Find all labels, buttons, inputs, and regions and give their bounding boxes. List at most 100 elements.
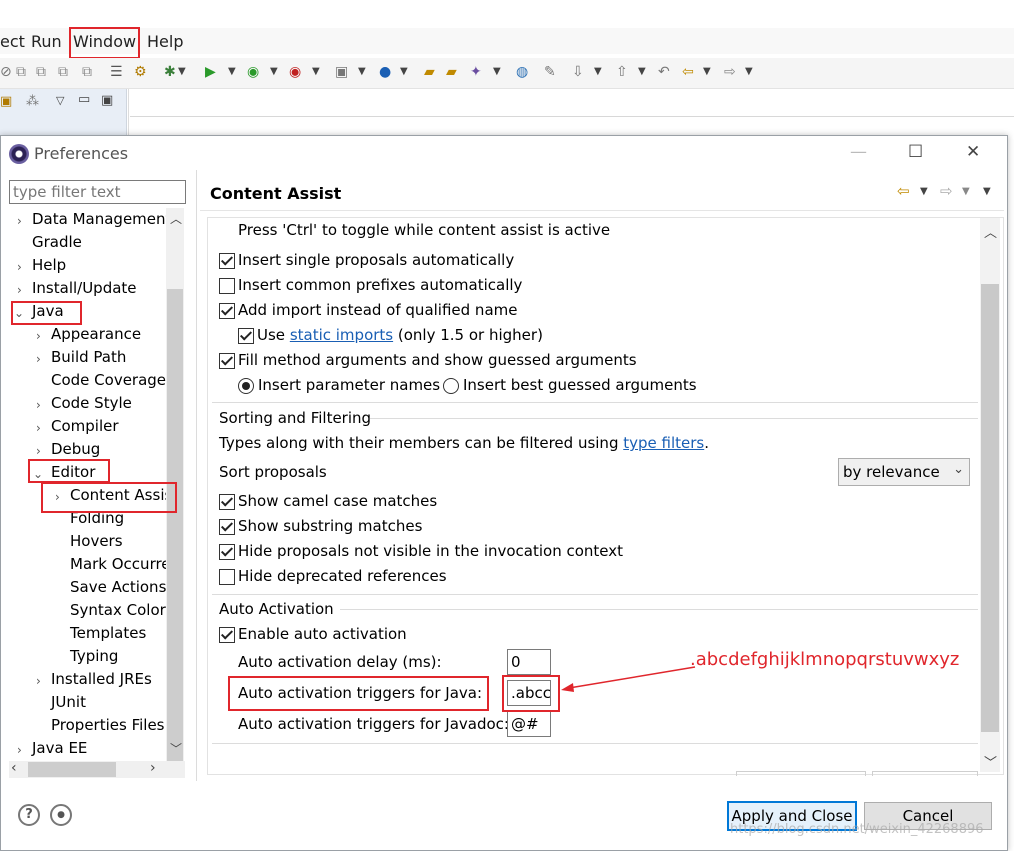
chevron-down-icon[interactable]: ▼	[228, 64, 236, 80]
tree-item-junit[interactable]: JUnit	[51, 693, 86, 711]
menu-run[interactable]: Run	[31, 32, 62, 51]
tree-item-save-actions[interactable]: Save Actions	[70, 578, 166, 596]
insert-prefixes-checkbox[interactable]	[219, 278, 235, 294]
tree-item-mark-occurrences[interactable]: Mark Occurre	[70, 555, 166, 573]
tree-item-build-path[interactable]: Build Path	[51, 348, 126, 366]
substring-checkbox[interactable]	[219, 519, 235, 535]
view-menu-icon[interactable]: ▼	[983, 186, 991, 197]
tree-item-gradle[interactable]: Gradle	[32, 233, 82, 251]
forward-icon[interactable]: ⇨	[724, 64, 736, 80]
chevron-down-icon[interactable]: ▼	[638, 64, 646, 80]
insert-param-names-radio[interactable]	[238, 378, 254, 394]
tree-item-java-ee[interactable]: Java EE	[32, 739, 87, 757]
add-import-label[interactable]: Add import instead of qualified name	[238, 301, 517, 319]
insert-param-names-label[interactable]: Insert parameter names	[258, 376, 440, 394]
toggle2-icon[interactable]: ⧉	[36, 64, 46, 80]
open-folder-icon[interactable]: ▰	[446, 64, 457, 80]
sort-proposals-select[interactable]: by relevance ⌄	[838, 458, 970, 486]
minimize-window-icon[interactable]: —	[850, 142, 867, 162]
tree-item-help[interactable]: Help	[32, 256, 66, 274]
chevron-right-icon[interactable]: ›	[36, 398, 41, 412]
chevron-right-icon[interactable]: ›	[36, 352, 41, 366]
tree-item-code-coverage[interactable]: Code Coverage	[51, 371, 166, 389]
content-scroll-thumb[interactable]	[981, 284, 999, 732]
hide-deprecated-label[interactable]: Hide deprecated references	[238, 567, 447, 585]
external-tools-icon[interactable]: ◉	[289, 64, 301, 80]
tree-item-compiler[interactable]: Compiler	[51, 417, 119, 435]
chevron-down-icon[interactable]: ▼	[270, 64, 278, 80]
chevron-right-icon[interactable]: ›	[36, 444, 41, 458]
filter-input[interactable]: type filter text	[9, 180, 186, 204]
tree-item-hovers[interactable]: Hovers	[70, 532, 123, 550]
type-filters-link[interactable]: type filters	[623, 434, 704, 452]
javadoc-triggers-input[interactable]: @#	[507, 711, 551, 737]
scroll-up-icon[interactable]: ︿	[984, 222, 997, 241]
toggle3-icon[interactable]: ⧉	[58, 64, 68, 80]
apply-button[interactable]	[872, 771, 978, 776]
tree-hscroll-thumb[interactable]	[28, 762, 116, 777]
skip-icon[interactable]: ⊘	[0, 64, 12, 80]
tree-item-install-update[interactable]: Install/Update	[32, 279, 137, 297]
prev-annotation-icon[interactable]: ⇧	[616, 64, 628, 80]
next-annotation-icon[interactable]: ⇩	[572, 64, 584, 80]
tree-item-data-management[interactable]: Data Management	[32, 210, 171, 228]
fill-method-args-checkbox[interactable]	[219, 353, 235, 369]
chevron-down-icon[interactable]: ▼	[178, 64, 186, 80]
chevron-down-icon[interactable]: ▼	[358, 64, 366, 80]
chevron-down-icon[interactable]: ▼	[493, 64, 501, 80]
refactor-icon[interactable]: ⚙	[134, 64, 147, 80]
use-static-imports-checkbox[interactable]	[238, 328, 254, 344]
back-icon[interactable]: ⇦	[682, 64, 694, 80]
pane-divider[interactable]	[196, 170, 197, 781]
tree-item-debug[interactable]: Debug	[51, 440, 100, 458]
globe-icon[interactable]: ◍	[516, 64, 528, 80]
class-icon[interactable]: ●	[379, 64, 391, 80]
back-icon[interactable]: ⇦	[897, 182, 910, 200]
insert-single-label[interactable]: Insert single proposals automatically	[238, 251, 514, 269]
menu-help[interactable]: Help	[147, 32, 183, 51]
chevron-down-icon[interactable]: ▼	[400, 64, 408, 80]
tree-scroll-thumb[interactable]	[167, 289, 183, 761]
debug-icon[interactable]: ✱	[164, 64, 176, 80]
chevron-right-icon[interactable]: ›	[17, 214, 22, 228]
chevron-down-icon[interactable]: ▼	[745, 64, 753, 80]
insert-best-guessed-radio[interactable]	[443, 378, 459, 394]
chevron-right-icon[interactable]: ›	[17, 260, 22, 274]
search-icon[interactable]: ✦	[470, 64, 482, 80]
add-import-checkbox[interactable]	[219, 303, 235, 319]
open-type-icon[interactable]: ▰	[424, 64, 435, 80]
coverage-icon[interactable]: ◉	[247, 64, 259, 80]
focus-icon[interactable]: ⁂	[26, 94, 39, 109]
hide-deprecated-checkbox[interactable]	[219, 569, 235, 585]
chevron-down-icon[interactable]: ▼	[703, 64, 711, 80]
chevron-down-icon[interactable]: ▼	[312, 64, 320, 80]
maximize-window-icon[interactable]: ☐	[908, 142, 923, 162]
chevron-right-icon[interactable]: ›	[36, 329, 41, 343]
chevron-right-icon[interactable]: ›	[36, 421, 41, 435]
scroll-left-icon[interactable]: ‹	[11, 760, 17, 776]
new-icon[interactable]: ▣	[335, 64, 348, 80]
chevron-right-icon[interactable]: ›	[17, 743, 22, 757]
hide-not-visible-label[interactable]: Hide proposals not visible in the invoca…	[238, 542, 623, 560]
list-icon[interactable]: ☰	[110, 64, 123, 80]
tree-item-templates[interactable]: Templates	[70, 624, 146, 642]
toggle-icon[interactable]: ⧉	[16, 64, 26, 80]
chevron-down-icon[interactable]: ▼	[920, 186, 928, 197]
tree-item-installed-jres[interactable]: Installed JREs	[51, 670, 152, 688]
last-edit-icon[interactable]: ↶	[658, 64, 670, 80]
help-icon[interactable]: ?	[18, 804, 40, 826]
import-export-icon[interactable]: ●	[50, 804, 72, 826]
substring-label[interactable]: Show substring matches	[238, 517, 422, 535]
chevron-down-icon[interactable]: ▼	[962, 186, 970, 197]
maximize-icon[interactable]: ▣	[101, 93, 113, 108]
static-imports-link[interactable]: static imports	[290, 326, 393, 344]
minimize-icon[interactable]: ▭	[78, 92, 90, 107]
tree-item-syntax-coloring[interactable]: Syntax Colori	[70, 601, 166, 619]
hide-not-visible-checkbox[interactable]	[219, 544, 235, 560]
enable-auto-activation-checkbox[interactable]	[219, 627, 235, 643]
restore-defaults-button[interactable]	[736, 771, 866, 776]
tree-item-typing[interactable]: Typing	[70, 647, 118, 665]
enable-auto-activation-label[interactable]: Enable auto activation	[238, 625, 407, 643]
activation-delay-input[interactable]: 0	[507, 649, 551, 675]
fill-method-args-label[interactable]: Fill method arguments and show guessed a…	[238, 351, 637, 369]
